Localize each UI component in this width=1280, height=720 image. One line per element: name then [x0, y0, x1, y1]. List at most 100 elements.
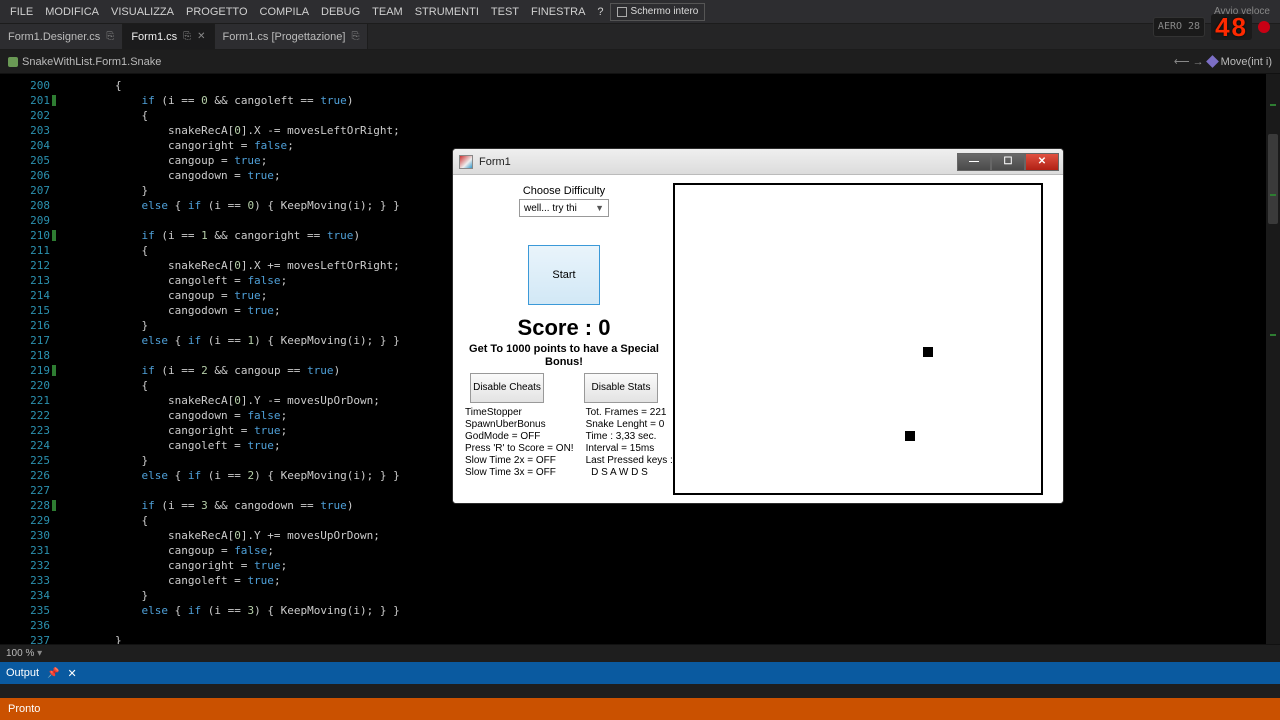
code-line[interactable]: cangoleft = true;: [62, 573, 1280, 588]
menu-item-visualizza[interactable]: VISUALIZZA: [105, 0, 180, 24]
fullscreen-icon: [617, 7, 627, 17]
form-body: Choose Difficulty well... try thi ▼ Star…: [453, 175, 1063, 503]
line-number: 213: [0, 273, 50, 288]
difficulty-label: Choose Difficulty: [523, 185, 605, 197]
code-line[interactable]: cangoright = true;: [62, 558, 1280, 573]
line-number: 230: [0, 528, 50, 543]
menu-item-team[interactable]: TEAM: [366, 0, 409, 24]
line-number: 233: [0, 573, 50, 588]
method-dropdown[interactable]: ⟵ → Move(int i): [1166, 55, 1280, 68]
snake-pixel: [905, 431, 915, 441]
output-title: Output: [6, 667, 39, 679]
tab-form1-cs[interactable]: Form1.cs ⎘ ✕: [123, 24, 214, 49]
code-line[interactable]: }: [62, 633, 1280, 644]
fraps-badge: AERO 28: [1153, 17, 1205, 37]
line-number: 228: [0, 498, 50, 513]
disable-cheats-button[interactable]: Disable Cheats: [470, 373, 544, 403]
line-number: 221: [0, 393, 50, 408]
pin-icon[interactable]: 📌: [47, 668, 59, 679]
maximize-button[interactable]: ☐: [991, 153, 1025, 171]
line-number: 236: [0, 618, 50, 633]
code-line[interactable]: {: [62, 108, 1280, 123]
line-number: 218: [0, 348, 50, 363]
line-number: 200: [0, 78, 50, 93]
output-panel-body: [0, 684, 1280, 698]
menu-item-strumenti[interactable]: STRUMENTI: [409, 0, 485, 24]
line-number: 229: [0, 513, 50, 528]
close-icon[interactable]: ✕: [197, 31, 205, 42]
minimize-button[interactable]: —: [957, 153, 991, 171]
code-line[interactable]: else { if (i == 3) { KeepMoving(i); } }: [62, 603, 1280, 618]
tab-form1-designer-cs[interactable]: Form1.Designer.cs ⎘: [0, 24, 123, 49]
line-number: 222: [0, 408, 50, 423]
line-number: 231: [0, 543, 50, 558]
fullscreen-button[interactable]: Schermo intero: [610, 3, 706, 21]
code-line[interactable]: snakeRecA[0].X -= movesLeftOrRight;: [62, 123, 1280, 138]
close-button[interactable]: ✕: [1025, 153, 1059, 171]
code-line[interactable]: }: [62, 588, 1280, 603]
game-playfield[interactable]: [673, 183, 1043, 495]
code-line[interactable]: snakeRecA[0].Y += movesUpOrDown;: [62, 528, 1280, 543]
status-bar: Pronto: [0, 698, 1280, 720]
output-panel-header[interactable]: Output 📌 ✕: [0, 662, 1280, 684]
resize-cursor-icon: ↕: [755, 499, 761, 504]
pin-icon[interactable]: ⎘: [183, 31, 191, 42]
line-number: 211: [0, 243, 50, 258]
pin-icon[interactable]: ⎘: [351, 31, 359, 42]
close-icon[interactable]: ✕: [67, 667, 76, 680]
line-number: 206: [0, 168, 50, 183]
method-icon: [1206, 55, 1219, 68]
line-number: 225: [0, 453, 50, 468]
line-number: 224: [0, 438, 50, 453]
disable-cheats-label: Disable Cheats: [473, 382, 541, 394]
zoom-dropdown[interactable]: 100 %: [6, 648, 42, 659]
line-number: 237: [0, 633, 50, 648]
form-titlebar[interactable]: Form1 — ☐ ✕: [453, 149, 1063, 175]
main-menu-bar: FILEMODIFICAVISUALIZZAPROGETTOCOMPILADEB…: [0, 0, 1280, 24]
snake-pixel: [923, 347, 933, 357]
menu-item-finestra[interactable]: FINESTRA: [525, 0, 591, 24]
tab-label: Form1.cs: [131, 31, 177, 43]
line-number: 220: [0, 378, 50, 393]
line-number: 217: [0, 333, 50, 348]
fraps-fps: 48: [1211, 14, 1252, 40]
tab-form1-cs-progettazione-[interactable]: Form1.cs [Progettazione] ⎘: [215, 24, 369, 49]
code-line[interactable]: [62, 618, 1280, 633]
combo-value: well... try thi: [524, 203, 577, 214]
form-icon: [459, 155, 473, 169]
tab-label: Form1.Designer.cs: [8, 31, 100, 43]
menu-item-progetto[interactable]: PROGETTO: [180, 0, 254, 24]
menu-item-file[interactable]: FILE: [4, 0, 39, 24]
class-dropdown[interactable]: SnakeWithList.Form1.Snake: [0, 56, 169, 68]
status-text: Pronto: [8, 703, 40, 715]
line-number: 226: [0, 468, 50, 483]
start-button[interactable]: Start: [528, 245, 600, 305]
code-line[interactable]: {: [62, 78, 1280, 93]
disable-stats-button[interactable]: Disable Stats: [584, 373, 658, 403]
difficulty-combo[interactable]: well... try thi ▼: [519, 199, 609, 217]
menu-item-debug[interactable]: DEBUG: [315, 0, 366, 24]
line-number: 208: [0, 198, 50, 213]
menu-item-?[interactable]: ?: [591, 0, 609, 24]
line-number: 223: [0, 423, 50, 438]
line-number: 204: [0, 138, 50, 153]
menu-item-modifica[interactable]: MODIFICA: [39, 0, 105, 24]
stats-list: Tot. Frames = 221 Snake Lenght = 0 Time …: [586, 407, 673, 479]
menu-item-compila[interactable]: COMPILA: [254, 0, 316, 24]
code-line[interactable]: cangoup = false;: [62, 543, 1280, 558]
code-line[interactable]: if (i == 0 && cangoleft == true): [62, 93, 1280, 108]
vertical-scrollbar[interactable]: [1266, 74, 1280, 644]
editor-footer: 100 %: [0, 644, 1280, 662]
pin-icon[interactable]: ⎘: [106, 31, 114, 42]
line-number: 215: [0, 303, 50, 318]
line-gutter: 2002012022032042052062072082092102112122…: [0, 74, 56, 644]
tab-label: Form1.cs [Progettazione]: [223, 31, 346, 43]
running-form-window[interactable]: Form1 — ☐ ✕ Choose Difficulty well... tr…: [452, 148, 1064, 504]
menu-item-test[interactable]: TEST: [485, 0, 525, 24]
line-number: 203: [0, 123, 50, 138]
form-title: Form1: [479, 156, 951, 168]
nav-arrow-icon: ⟵ →: [1174, 55, 1204, 68]
code-line[interactable]: {: [62, 513, 1280, 528]
scrollbar-thumb[interactable]: [1268, 134, 1278, 224]
line-number: 202: [0, 108, 50, 123]
